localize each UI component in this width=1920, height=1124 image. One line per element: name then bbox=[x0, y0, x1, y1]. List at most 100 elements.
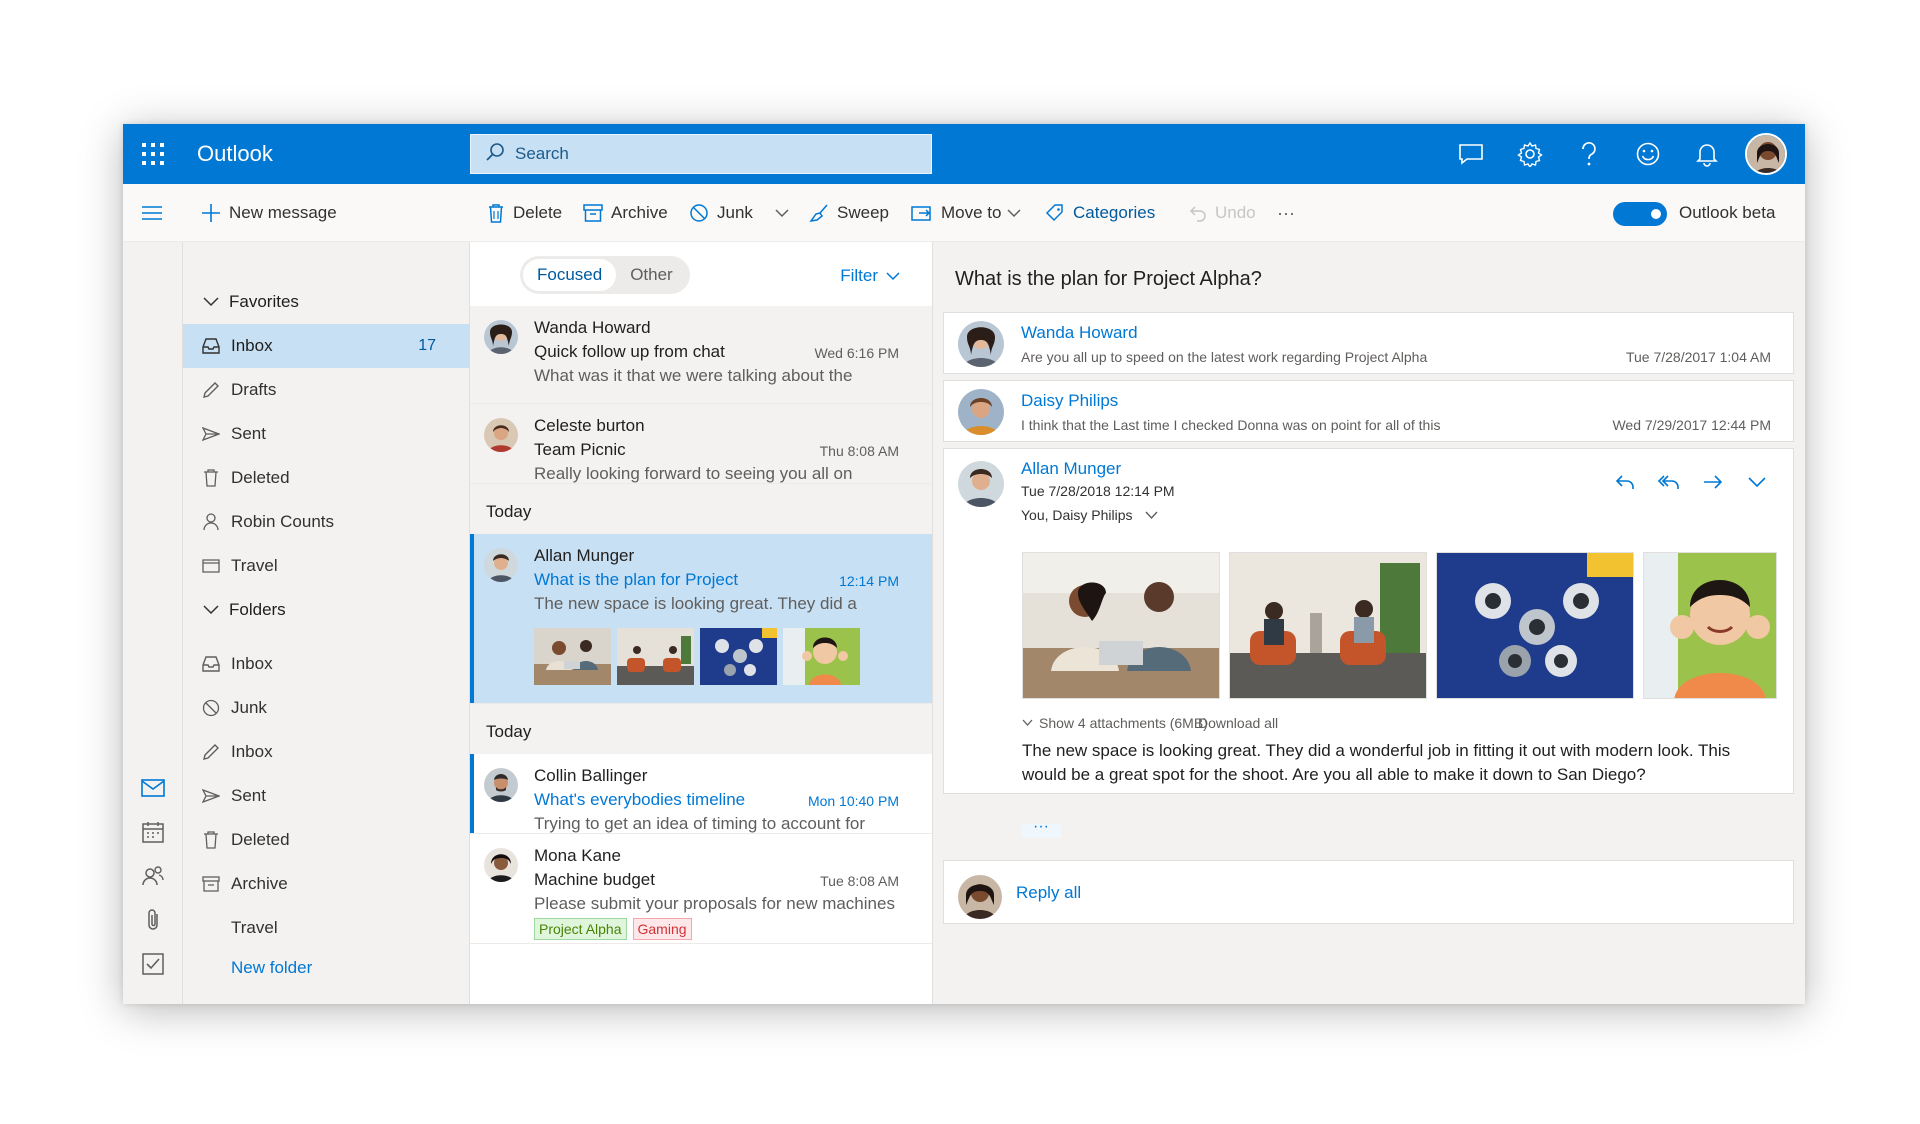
avatar bbox=[958, 389, 1004, 435]
folder-junk[interactable]: Junk bbox=[183, 686, 470, 730]
tab-focused[interactable]: Focused bbox=[523, 259, 617, 291]
message-date: Wed 7/29/2017 12:44 PM bbox=[1612, 417, 1771, 433]
broom-icon bbox=[809, 204, 828, 223]
folder-inbox-2[interactable]: Inbox bbox=[183, 730, 470, 774]
chevron-down-icon bbox=[1007, 209, 1022, 218]
favorite-travel[interactable]: Travel bbox=[183, 544, 470, 588]
attachment-image[interactable] bbox=[1229, 552, 1427, 699]
move-folder-icon bbox=[911, 206, 931, 221]
chevron-down-icon[interactable] bbox=[1735, 467, 1779, 497]
favorite-sent[interactable]: Sent bbox=[183, 412, 470, 456]
attachment-image[interactable] bbox=[1022, 552, 1220, 699]
favorite-drafts[interactable]: Drafts bbox=[183, 368, 470, 412]
tab-other[interactable]: Other bbox=[616, 259, 687, 291]
message-item[interactable]: Mona Kane Machine budget Tue 8:08 AM Ple… bbox=[470, 834, 932, 944]
new-message-button[interactable]: New message bbox=[201, 184, 337, 242]
attachment-thumbnail[interactable] bbox=[783, 628, 860, 685]
favorites-header[interactable]: Favorites bbox=[203, 280, 299, 324]
undo-button[interactable]: Undo bbox=[1189, 184, 1256, 242]
app-launcher-icon[interactable] bbox=[135, 136, 171, 172]
feedback-smiley-icon[interactable] bbox=[1618, 124, 1677, 184]
avatar bbox=[484, 848, 518, 882]
calendar-icon[interactable] bbox=[123, 812, 183, 852]
thread-message-collapsed[interactable]: Wanda Howard Are you all up to speed on … bbox=[943, 312, 1794, 374]
account-avatar[interactable] bbox=[1736, 124, 1795, 184]
nav-toggle-button[interactable] bbox=[141, 184, 171, 242]
category-tag[interactable]: Project Alpha bbox=[534, 918, 627, 940]
search-box[interactable] bbox=[470, 134, 932, 174]
archive-icon bbox=[583, 204, 603, 222]
reply-all-button[interactable]: Reply all bbox=[1016, 883, 1081, 903]
sweep-button[interactable]: Sweep bbox=[809, 184, 889, 242]
folder-archive[interactable]: Archive bbox=[183, 862, 470, 906]
new-folder-link[interactable]: New folder bbox=[231, 958, 312, 978]
categories-button[interactable]: Categories bbox=[1045, 184, 1155, 242]
thread-message-collapsed[interactable]: Daisy Philips I think that the Last time… bbox=[943, 380, 1794, 442]
show-attachments-toggle[interactable]: Show 4 attachments (6MB) bbox=[1022, 715, 1208, 731]
undo-icon bbox=[1189, 206, 1206, 222]
avatar bbox=[958, 461, 1004, 507]
message-list: Focused Other Filter Wanda Howard Quick … bbox=[470, 242, 933, 1004]
attachment-thumbnail[interactable] bbox=[617, 628, 694, 685]
reply-icon[interactable] bbox=[1603, 467, 1647, 497]
folder-sent[interactable]: Sent bbox=[183, 774, 470, 818]
message-snippet: I think that the Last time I checked Don… bbox=[1021, 417, 1441, 433]
folders-header[interactable]: Folders bbox=[203, 588, 286, 632]
attachment-thumbnail[interactable] bbox=[700, 628, 777, 685]
forward-icon[interactable] bbox=[1691, 467, 1735, 497]
folder-inbox[interactable]: Inbox bbox=[183, 642, 470, 686]
junk-dropdown-button[interactable] bbox=[775, 184, 797, 242]
attachment-image[interactable] bbox=[1643, 552, 1777, 699]
chevron-down-icon bbox=[775, 209, 789, 218]
folder-deleted[interactable]: Deleted bbox=[183, 818, 470, 862]
filter-button[interactable]: Filter bbox=[840, 266, 900, 286]
attachment-thumbnails bbox=[534, 628, 866, 685]
chat-icon[interactable] bbox=[1441, 124, 1500, 184]
archive-button[interactable]: Archive bbox=[583, 184, 668, 242]
avatar bbox=[958, 321, 1004, 367]
move-to-button[interactable]: Move to bbox=[911, 184, 1029, 242]
command-bar: New message Delete Archive Junk Sweep Mo… bbox=[123, 184, 1805, 242]
download-all-link[interactable]: Download all bbox=[1198, 715, 1278, 731]
sender-name[interactable]: Wanda Howard bbox=[1021, 323, 1138, 343]
junk-button[interactable]: Junk bbox=[689, 184, 753, 242]
message-date: Tue 7/28/2017 1:04 AM bbox=[1625, 349, 1771, 365]
folder-travel[interactable]: Travel bbox=[183, 906, 470, 950]
category-tag[interactable]: Gaming bbox=[632, 918, 692, 940]
chevron-down-icon bbox=[203, 605, 219, 615]
message-item-unread[interactable]: Collin Ballinger What's everybodies time… bbox=[470, 754, 932, 834]
settings-icon[interactable] bbox=[1500, 124, 1559, 184]
outlook-beta-label: Outlook beta bbox=[1679, 203, 1776, 222]
conversation-subject: What is the plan for Project Alpha? bbox=[955, 268, 1262, 290]
attachment-paperclip-icon[interactable] bbox=[123, 900, 183, 940]
help-icon[interactable] bbox=[1559, 124, 1618, 184]
search-input[interactable] bbox=[515, 144, 895, 164]
attachment-thumbnail[interactable] bbox=[534, 628, 611, 685]
favorite-deleted[interactable]: Deleted bbox=[183, 456, 470, 500]
attachment-image[interactable] bbox=[1436, 552, 1634, 699]
message-item-selected[interactable]: Allan Munger What is the plan for Projec… bbox=[470, 534, 932, 704]
app-header: Outlook bbox=[123, 124, 1805, 184]
reply-all-icon[interactable] bbox=[1647, 467, 1691, 497]
more-commands-button[interactable]: ··· bbox=[1277, 184, 1295, 242]
notifications-bell-icon[interactable] bbox=[1677, 124, 1736, 184]
search-icon bbox=[485, 142, 505, 167]
favorite-robin-counts[interactable]: Robin Counts bbox=[183, 500, 470, 544]
outlook-beta-toggle[interactable] bbox=[1613, 202, 1667, 226]
show-more-button[interactable]: ··· bbox=[1021, 819, 1061, 838]
mail-icon[interactable] bbox=[123, 768, 183, 808]
favorite-inbox[interactable]: Inbox 17 bbox=[183, 324, 470, 368]
message-body-line: The new space is looking great. They did… bbox=[1022, 741, 1731, 760]
section-header-today: Today bbox=[470, 484, 932, 534]
sender-name[interactable]: Daisy Philips bbox=[1021, 391, 1118, 411]
reply-all-bar[interactable]: Reply all bbox=[943, 860, 1794, 924]
trash-icon bbox=[489, 204, 503, 223]
people-icon[interactable] bbox=[123, 856, 183, 896]
message-item[interactable]: Wanda Howard Quick follow up from chat W… bbox=[470, 306, 932, 404]
todo-checkbox-icon[interactable] bbox=[123, 944, 183, 984]
delete-button[interactable]: Delete bbox=[487, 184, 562, 242]
folder-pane: Favorites Inbox 17 Drafts Sent Deleted R… bbox=[183, 242, 470, 1004]
recipients[interactable]: You, Daisy Philips bbox=[1021, 507, 1158, 523]
sender-name[interactable]: Allan Munger bbox=[1021, 459, 1121, 479]
message-item[interactable]: Celeste burton Team Picnic Thu 8:08 AM R… bbox=[470, 404, 932, 484]
